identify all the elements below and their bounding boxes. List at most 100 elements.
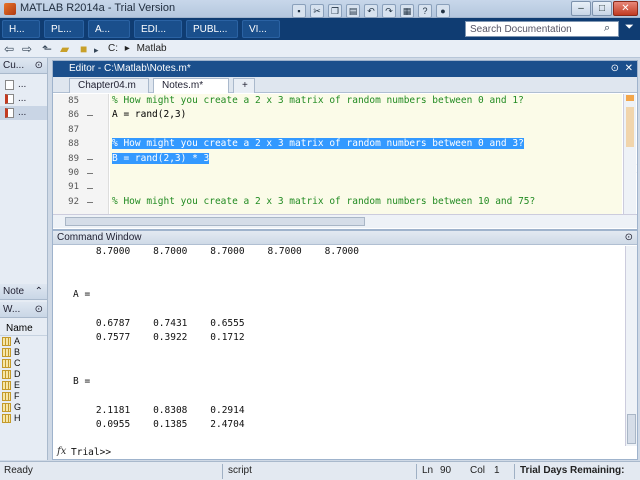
breakpoint-dash[interactable]	[87, 188, 93, 189]
workspace-var[interactable]: G	[0, 402, 47, 413]
line-number-gutter: 85 86 87 88 89 90 91 92	[53, 94, 109, 214]
workspace-var[interactable]: F	[0, 391, 47, 402]
tab-apps[interactable]: A...	[88, 20, 130, 38]
code-line-selected[interactable]: B = rand(2,3) * 3	[110, 152, 622, 166]
code-line-selected[interactable]: % How might you create a 2 x 3 matrix of…	[110, 137, 622, 151]
workspace-var[interactable]: H	[0, 413, 47, 424]
minimize-button[interactable]: –	[571, 1, 591, 16]
status-divider	[514, 464, 515, 479]
file-name: ...	[18, 93, 27, 104]
breakpoint-dash[interactable]	[87, 159, 93, 160]
redo-icon[interactable]: ↷	[382, 4, 396, 18]
matrix-icon	[2, 381, 11, 390]
tab-chapter04[interactable]: Chapter04.m	[69, 78, 149, 93]
browse-folder-icon[interactable]: ▰	[60, 42, 69, 56]
collapse-icon[interactable]: ⌃	[35, 284, 43, 300]
copy-icon[interactable]: ❐	[328, 4, 342, 18]
code-area[interactable]: % How might you create a 2 x 3 matrix of…	[110, 94, 637, 214]
back-icon[interactable]: ⇦	[4, 42, 14, 56]
new-tab-button[interactable]: +	[233, 78, 255, 93]
up-folder-icon[interactable]: ⬑	[42, 42, 52, 56]
details-header[interactable]: Note ⌃	[0, 284, 47, 300]
file-name: ...	[18, 107, 27, 118]
line-number: 89	[68, 153, 79, 164]
output-row: 0.6787 0.7431 0.6555	[73, 318, 245, 329]
selected-text[interactable]: B = rand(2,3) * 3	[112, 152, 210, 164]
workspace-var[interactable]: D	[0, 369, 47, 380]
function-browser-icon[interactable]: fx	[57, 446, 66, 457]
breakpoint-dash[interactable]	[87, 173, 93, 174]
community-icon[interactable]: ●	[436, 4, 450, 18]
search-documentation-input[interactable]: Search Documentation	[465, 21, 619, 37]
var-name: G	[14, 402, 22, 412]
current-folder-header[interactable]: Cu... ⊙	[0, 58, 47, 74]
workspace-title: W...	[3, 304, 21, 315]
file-name: ...	[18, 79, 27, 90]
breadcrumb-drive[interactable]: C:	[108, 43, 118, 54]
code-line[interactable]: % How might you create a 2 x 3 matrix of…	[110, 94, 622, 108]
switch-windows-icon[interactable]: ▦	[400, 4, 414, 18]
workspace-var[interactable]: B	[0, 347, 47, 358]
save-icon[interactable]: ▪	[292, 4, 306, 18]
scroll-thumb[interactable]	[65, 217, 365, 226]
status-mode: script	[228, 465, 252, 476]
tab-plots[interactable]: PL...	[44, 20, 84, 38]
tab-publish[interactable]: PUBL...	[186, 20, 238, 38]
code-line[interactable]	[110, 123, 622, 137]
breadcrumb[interactable]: C: ▸ Matlab	[108, 43, 167, 54]
close-button[interactable]: ✕	[613, 1, 638, 16]
current-folder-title: Cu...	[3, 60, 25, 71]
matrix-icon	[2, 359, 11, 368]
folder-icon: ■	[80, 42, 88, 56]
undo-icon[interactable]: ↶	[364, 4, 378, 18]
breadcrumb-folder[interactable]: Matlab	[137, 43, 167, 54]
editor-header[interactable]: Editor - C:\Matlab\Notes.m* ⊙ ✕	[53, 61, 637, 77]
workspace-var[interactable]: A	[0, 336, 47, 347]
list-item[interactable]: ...	[0, 92, 47, 106]
command-window-scrollbar[interactable]	[625, 246, 637, 446]
cut-icon[interactable]: ✂	[310, 4, 324, 18]
selected-text[interactable]: % How might you create a 2 x 3 matrix of…	[112, 138, 524, 150]
code-line[interactable]: A = rand(2,3)	[110, 108, 622, 122]
output-var-label: B =	[73, 376, 91, 387]
tab-notes[interactable]: Notes.m*	[153, 78, 229, 93]
workspace-var[interactable]: C	[0, 358, 47, 369]
breakpoint-dash[interactable]	[87, 115, 93, 116]
scroll-thumb[interactable]	[627, 414, 636, 444]
line-number: 86	[68, 110, 79, 121]
line-number: 91	[68, 182, 79, 193]
matrix-icon	[2, 414, 11, 423]
line-number: 92	[68, 196, 79, 207]
panel-menu-icon[interactable]: ⊙	[625, 231, 633, 245]
workspace-header[interactable]: W... ⊙	[0, 302, 47, 318]
var-name: B	[14, 347, 21, 357]
tab-home[interactable]: H...	[2, 20, 40, 38]
editor-horizontal-scrollbar[interactable]	[53, 214, 637, 228]
forward-icon[interactable]: ⇨	[22, 42, 32, 56]
panel-menu-icon[interactable]: ⊙	[35, 302, 43, 318]
workspace-column-name[interactable]: Name	[0, 322, 47, 336]
command-window-header[interactable]: Command Window ⊙	[53, 231, 637, 245]
paste-icon[interactable]: ▤	[346, 4, 360, 18]
code-line[interactable]	[110, 180, 622, 194]
list-item[interactable]: ...	[0, 78, 47, 92]
editor-menu-icon[interactable]: ⊙	[611, 61, 619, 77]
command-prompt[interactable]: Trial>>	[71, 447, 111, 458]
editor-vertical-scrollbar[interactable]	[623, 94, 636, 214]
list-item[interactable]: ...	[0, 106, 47, 120]
workspace-var[interactable]: E	[0, 380, 47, 391]
tab-editor[interactable]: EDI...	[134, 20, 182, 38]
tab-view[interactable]: VI...	[242, 20, 280, 38]
breakpoint-dash[interactable]	[87, 202, 93, 203]
filter-icon[interactable]: ⏷	[625, 21, 634, 34]
maximize-button[interactable]: □	[592, 1, 612, 16]
matrix-icon	[2, 403, 11, 412]
panel-menu-icon[interactable]: ⊙	[35, 58, 43, 74]
search-icon[interactable]: ⌕	[604, 22, 610, 35]
var-name: F	[14, 391, 20, 401]
code-line[interactable]: % How might you create a 2 x 3 matrix of…	[110, 195, 622, 209]
line-number: 88	[68, 139, 79, 150]
help-icon[interactable]: ?	[418, 4, 432, 18]
editor-close-icon[interactable]: ✕	[625, 61, 633, 77]
code-line[interactable]	[110, 166, 622, 180]
